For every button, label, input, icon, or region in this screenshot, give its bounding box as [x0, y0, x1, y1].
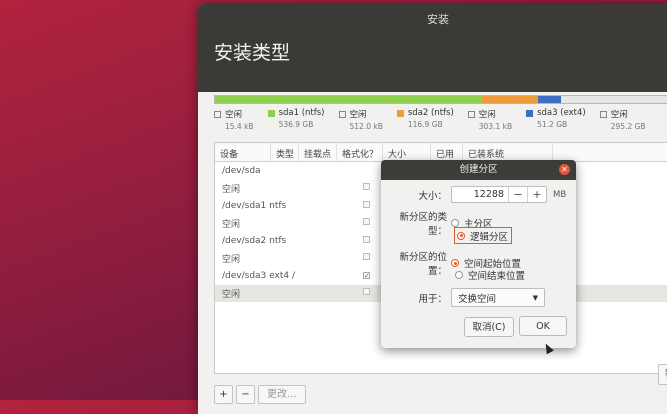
row-device: 空闲 — [222, 219, 241, 230]
type-logical-row: 逻辑分区 — [453, 227, 513, 244]
legend-swatch — [338, 110, 346, 118]
change-partition-button[interactable]: 更改... — [258, 385, 306, 404]
remove-partition-button[interactable]: − — [236, 385, 255, 404]
dropdown-arrow-icon: ▼ — [532, 293, 538, 302]
partition-bar-segment-sda3 — [537, 96, 562, 103]
legend-item: sda3 (ext4) 51.2 GB — [526, 108, 586, 131]
type-label: 新分区的类型： — [399, 212, 447, 237]
legend-size: 512.0 kB — [349, 122, 383, 131]
size-decrement-button[interactable]: − — [508, 187, 527, 202]
dialog-title: 创建分区 — [459, 164, 498, 175]
row-format-cell: ✓ — [363, 271, 379, 281]
row-device: /dev/sda2 ntfs — [222, 235, 287, 246]
use-label: 用于： — [418, 293, 447, 305]
legend-item: 空闲 15.4 kB — [214, 108, 254, 131]
legend-swatch — [214, 110, 221, 118]
page-title: 安装类型 — [198, 32, 667, 92]
format-checkbox[interactable] — [363, 253, 370, 261]
column-header-format[interactable]: 格式化？ — [337, 143, 383, 161]
format-checkbox[interactable] — [363, 288, 370, 296]
format-checkbox[interactable] — [363, 200, 370, 208]
radio-icon — [451, 219, 459, 227]
row-format-cell — [363, 183, 379, 193]
row-device: /dev/sda3 ext4 / — [222, 270, 295, 281]
format-checkbox[interactable] — [363, 235, 370, 243]
legend-size: 116.9 GB — [407, 120, 443, 129]
size-unit: MB — [553, 189, 567, 200]
use-as-dropdown[interactable]: 交换空间 ▼ — [451, 288, 545, 307]
cancel-button[interactable]: 取消(C) — [464, 317, 514, 337]
type-logical-label: 逻辑分区 — [470, 231, 509, 243]
legend-swatch — [467, 110, 475, 118]
type-logical-radio[interactable]: 逻辑分区 — [453, 227, 513, 244]
legend-item: sda1 (ntfs) 536.9 GB — [267, 108, 325, 131]
column-header-type[interactable]: 类型 — [271, 143, 299, 161]
column-header-system[interactable]: 已装系统 — [463, 143, 553, 161]
legend-name: sda1 (ntfs) — [278, 108, 325, 118]
legend-name: 空闲 — [349, 110, 367, 120]
legend-name: sda3 (ext4) — [537, 108, 586, 118]
radio-selected-icon — [457, 231, 465, 240]
legend-size: 295.2 GB — [610, 122, 646, 131]
location-end-row: 空间结束位置 — [455, 267, 525, 282]
size-label: 大小： — [418, 190, 447, 202]
close-icon[interactable]: ✕ — [559, 164, 570, 175]
format-checkbox[interactable] — [363, 183, 370, 191]
legend-size: 303.1 kB — [478, 122, 513, 131]
use-as-value: 交换空间 — [458, 293, 497, 305]
legend-item: 空闲 512.0 kB — [338, 108, 383, 131]
partition-bar-segment-sda1 — [215, 96, 482, 103]
partition-usage-bar — [214, 95, 667, 104]
column-header-size[interactable]: 大小 — [383, 143, 431, 161]
size-input[interactable]: 12288 — [452, 187, 508, 202]
size-spinner: 12288 − + — [451, 186, 547, 203]
partition-toolbar: + − 更改... — [214, 385, 306, 404]
create-partition-dialog: 创建分区 ✕ 大小： 12288 − + MB 新分区的类型： 主分区 逻辑分区… — [381, 160, 576, 348]
partition-bar-segment-sda2 — [481, 96, 538, 103]
row-device: 空闲 — [222, 254, 241, 265]
row-format-cell — [363, 200, 379, 211]
legend-size: 51.2 GB — [537, 120, 568, 129]
radio-icon — [455, 270, 463, 279]
dialog-titlebar: 创建分区 ✕ — [381, 160, 576, 180]
format-checkbox[interactable] — [363, 218, 370, 226]
location-label: 新分区的位置： — [399, 252, 447, 277]
use-row: 用于： 交换空间 ▼ — [381, 288, 545, 307]
legend-name: 空闲 — [225, 110, 243, 120]
legend-item: 空闲 303.1 kB — [467, 108, 513, 131]
row-device: 空闲 — [222, 289, 241, 300]
new-partition-table-button[interactable]: 新建分区 — [657, 364, 667, 385]
radio-selected-icon — [451, 259, 459, 267]
column-header-mount[interactable]: 挂载点 — [299, 143, 337, 161]
size-row: 大小： 12288 − + MB — [381, 186, 566, 203]
column-header-device[interactable]: 设备 — [215, 143, 271, 161]
legend-item: sda2 (ntfs) 116.9 GB — [396, 108, 454, 131]
legend-name: 空闲 — [478, 110, 496, 120]
format-checkbox[interactable]: ✓ — [363, 271, 370, 279]
partition-bar-segment-free — [561, 96, 667, 103]
row-format-cell — [363, 288, 379, 298]
ok-button[interactable]: OK — [519, 316, 567, 336]
legend-size: 15.4 kB — [225, 122, 254, 131]
location-end-radio[interactable]: 空间结束位置 — [455, 267, 525, 282]
legend-size: 536.9 GB — [278, 120, 314, 129]
legend-name: 空闲 — [610, 110, 628, 120]
size-increment-button[interactable]: + — [527, 187, 546, 202]
row-device: /dev/sda1 ntfs — [222, 200, 287, 211]
legend-name: sda2 (ntfs) — [407, 108, 454, 118]
legend-swatch — [526, 109, 534, 117]
row-format-cell — [363, 218, 379, 228]
legend-swatch — [267, 109, 275, 117]
row-device: 空闲 — [222, 184, 241, 195]
row-format-cell — [363, 235, 379, 246]
legend-swatch — [396, 109, 404, 117]
legend-item: 空闲 295.2 GB — [599, 108, 646, 131]
add-partition-button[interactable]: + — [214, 385, 233, 404]
location-end-label: 空间结束位置 — [468, 270, 526, 282]
row-format-cell — [363, 253, 379, 263]
column-header-used[interactable]: 已用 — [431, 143, 463, 161]
row-device: /dev/sda — [222, 165, 261, 176]
legend-swatch — [599, 110, 607, 118]
partition-legend: 空闲 15.4 kB sda1 (ntfs) 536.9 GB 空闲 512.0 kB… — [214, 108, 660, 131]
